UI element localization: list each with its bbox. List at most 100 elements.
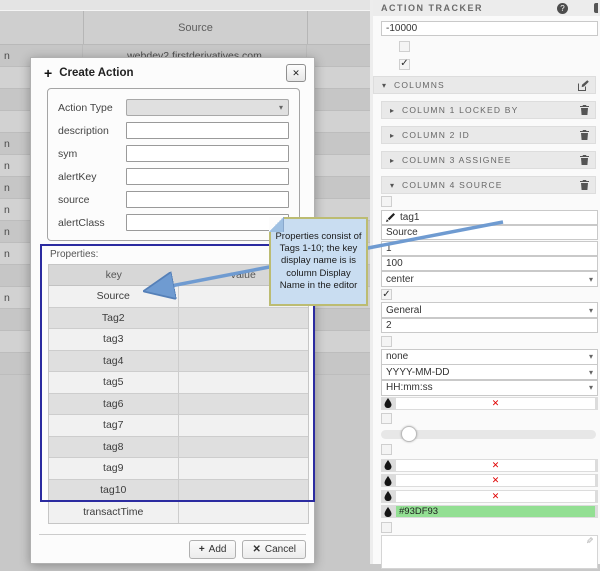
slider-thumb[interactable] <box>401 426 417 442</box>
clear-color-icon[interactable]: ✕ <box>492 460 500 471</box>
clear-color-icon[interactable]: ✕ <box>492 475 500 486</box>
dialog-title-bar: + Create Action ✕ <box>31 58 314 82</box>
clear-color-icon[interactable]: ✕ <box>492 491 500 502</box>
section-label: COLUMN 3 ASSIGNEE <box>402 155 580 165</box>
properties-row: tag8 <box>49 437 308 459</box>
form-field-alertkey: alertKey <box>58 165 289 188</box>
hide-trailing-zeroes-checkbox[interactable] <box>381 336 392 347</box>
alertclass-input[interactable] <box>126 214 289 231</box>
field-highlight-change-duration <box>381 427 598 443</box>
negative-color-picker[interactable]: ✕ <box>381 397 598 410</box>
droplet-icon <box>384 491 392 501</box>
sortable-checkbox[interactable]: ✓ <box>381 289 392 300</box>
action-type-select[interactable]: ▾ <box>126 99 289 116</box>
properties-row: tag3 <box>49 329 308 351</box>
clear-color-icon[interactable]: ✕ <box>492 398 500 409</box>
field-width-relative: 1 <box>381 241 598 257</box>
form-field-description: description <box>58 119 289 142</box>
property-value[interactable] <box>179 437 309 458</box>
section-columns[interactable]: ▾COLUMNS <box>373 76 596 94</box>
max-rows-input[interactable]: -10000 <box>381 21 598 36</box>
row-right-cell <box>307 309 370 330</box>
currency-symbol-select[interactable]: none▾ <box>381 349 598 365</box>
property-value[interactable] <box>179 372 309 393</box>
pencil-icon <box>386 213 395 222</box>
panel-header: ACTION TRACKER ? <box>373 0 600 16</box>
description-input[interactable] <box>126 122 289 139</box>
section-column-2-id[interactable]: ▸COLUMN 2 ID <box>381 126 596 144</box>
property-value[interactable] <box>179 501 309 523</box>
property-value[interactable] <box>179 329 309 350</box>
property-value[interactable] <box>179 458 309 479</box>
data-field-name-input[interactable]: tag1 <box>381 210 598 225</box>
section-column-3-assignee[interactable]: ▸ COLUMN 3 ASSIGNEE <box>381 151 596 169</box>
alertkey-input[interactable] <box>126 168 289 185</box>
droplet-icon <box>384 398 392 408</box>
read-only-checkbox[interactable] <box>381 522 392 533</box>
chevron-down-icon: ▾ <box>390 181 397 190</box>
edit-icon[interactable] <box>578 80 589 91</box>
chevron-right-icon: ▸ <box>390 156 397 165</box>
user-defined-checkbox[interactable] <box>381 196 392 207</box>
dialog-footer: + Add ✕ Cancel <box>39 534 306 559</box>
color-swatch: ✕ <box>396 475 595 486</box>
row-right-cell <box>307 67 370 88</box>
form-field-action-type: Action Type▾ <box>58 96 289 119</box>
cancel-button[interactable]: ✕ Cancel <box>242 540 306 559</box>
row-right-cell <box>307 155 370 176</box>
group-transitions-checkbox[interactable] <box>399 41 410 52</box>
display-name-input[interactable]: Source <box>381 225 598 240</box>
trash-icon[interactable] <box>580 130 589 140</box>
min-value-color-picker[interactable]: ✕ <box>381 459 598 472</box>
width-relative-input[interactable]: 1 <box>381 241 598 256</box>
text-align-select[interactable]: center▾ <box>381 271 598 287</box>
case-management-checkbox[interactable]: ✓ <box>399 59 410 70</box>
sym-input[interactable] <box>126 145 289 162</box>
select-value: YYYY-MM-DD <box>386 367 450 378</box>
trash-icon[interactable] <box>580 180 589 190</box>
help-icon[interactable]: ? <box>557 3 568 14</box>
field-min-value-color: ✕ <box>381 458 598 474</box>
field-group-transitions <box>381 37 598 55</box>
section-column-1-locked-by[interactable]: ▸COLUMN 1 LOCKED BY <box>381 101 596 119</box>
chevron-down-icon: ▾ <box>589 306 593 315</box>
property-key: tag3 <box>49 329 179 350</box>
field-data-field-name: tag1 <box>381 210 598 226</box>
field-control: -10000 <box>381 21 598 36</box>
close-button[interactable]: ✕ <box>286 64 306 82</box>
trash-icon[interactable] <box>580 105 589 115</box>
select-value: none <box>386 351 408 362</box>
field-control: center▾ <box>381 271 598 287</box>
properties-row: tag5 <box>49 372 308 394</box>
add-button[interactable]: + Add <box>189 540 237 559</box>
section-column-4-source[interactable]: ▾COLUMN 4 SOURCE <box>381 176 596 194</box>
property-key: tag8 <box>49 437 179 458</box>
source-input[interactable] <box>126 191 289 208</box>
range-color-picker[interactable]: ✕ <box>381 490 598 503</box>
trash-icon[interactable] <box>580 155 589 165</box>
time-format-select[interactable]: HH:mm:ss▾ <box>381 380 598 396</box>
field-label: source <box>58 194 126 206</box>
clipped-panel-icon[interactable] <box>594 3 598 13</box>
color-swatch: #93DF93 <box>396 506 595 517</box>
property-value[interactable] <box>179 480 309 501</box>
x-icon: ✕ <box>252 544 260 555</box>
dialog-title: Create Action <box>59 67 286 79</box>
format-select[interactable]: General▾ <box>381 302 598 318</box>
property-value[interactable] <box>179 394 309 415</box>
chevron-down-icon: ▾ <box>589 368 593 377</box>
highlight-change-duration-slider[interactable] <box>381 430 596 439</box>
max-value-color-picker[interactable]: ✕ <box>381 474 598 487</box>
highlight-changes-checkbox[interactable] <box>381 413 392 424</box>
property-value[interactable] <box>179 351 309 372</box>
percentage-color-picker[interactable]: #93DF93 <box>381 505 598 518</box>
precision-input[interactable]: 2 <box>381 318 598 333</box>
action-tracker-panel: ACTION TRACKER ? -10000✓▾COLUMNS▸COLUMN … <box>370 0 600 564</box>
property-value[interactable] <box>179 308 309 329</box>
show-arrows-on-change-checkbox[interactable] <box>381 444 392 455</box>
date-format-select[interactable]: YYYY-MM-DD ▾ <box>381 364 598 380</box>
property-value[interactable] <box>179 415 309 436</box>
row-right-cell <box>307 133 370 154</box>
field-hide-trailing-zeroes <box>381 334 598 350</box>
min-width-px-input[interactable]: 100 <box>381 256 598 271</box>
